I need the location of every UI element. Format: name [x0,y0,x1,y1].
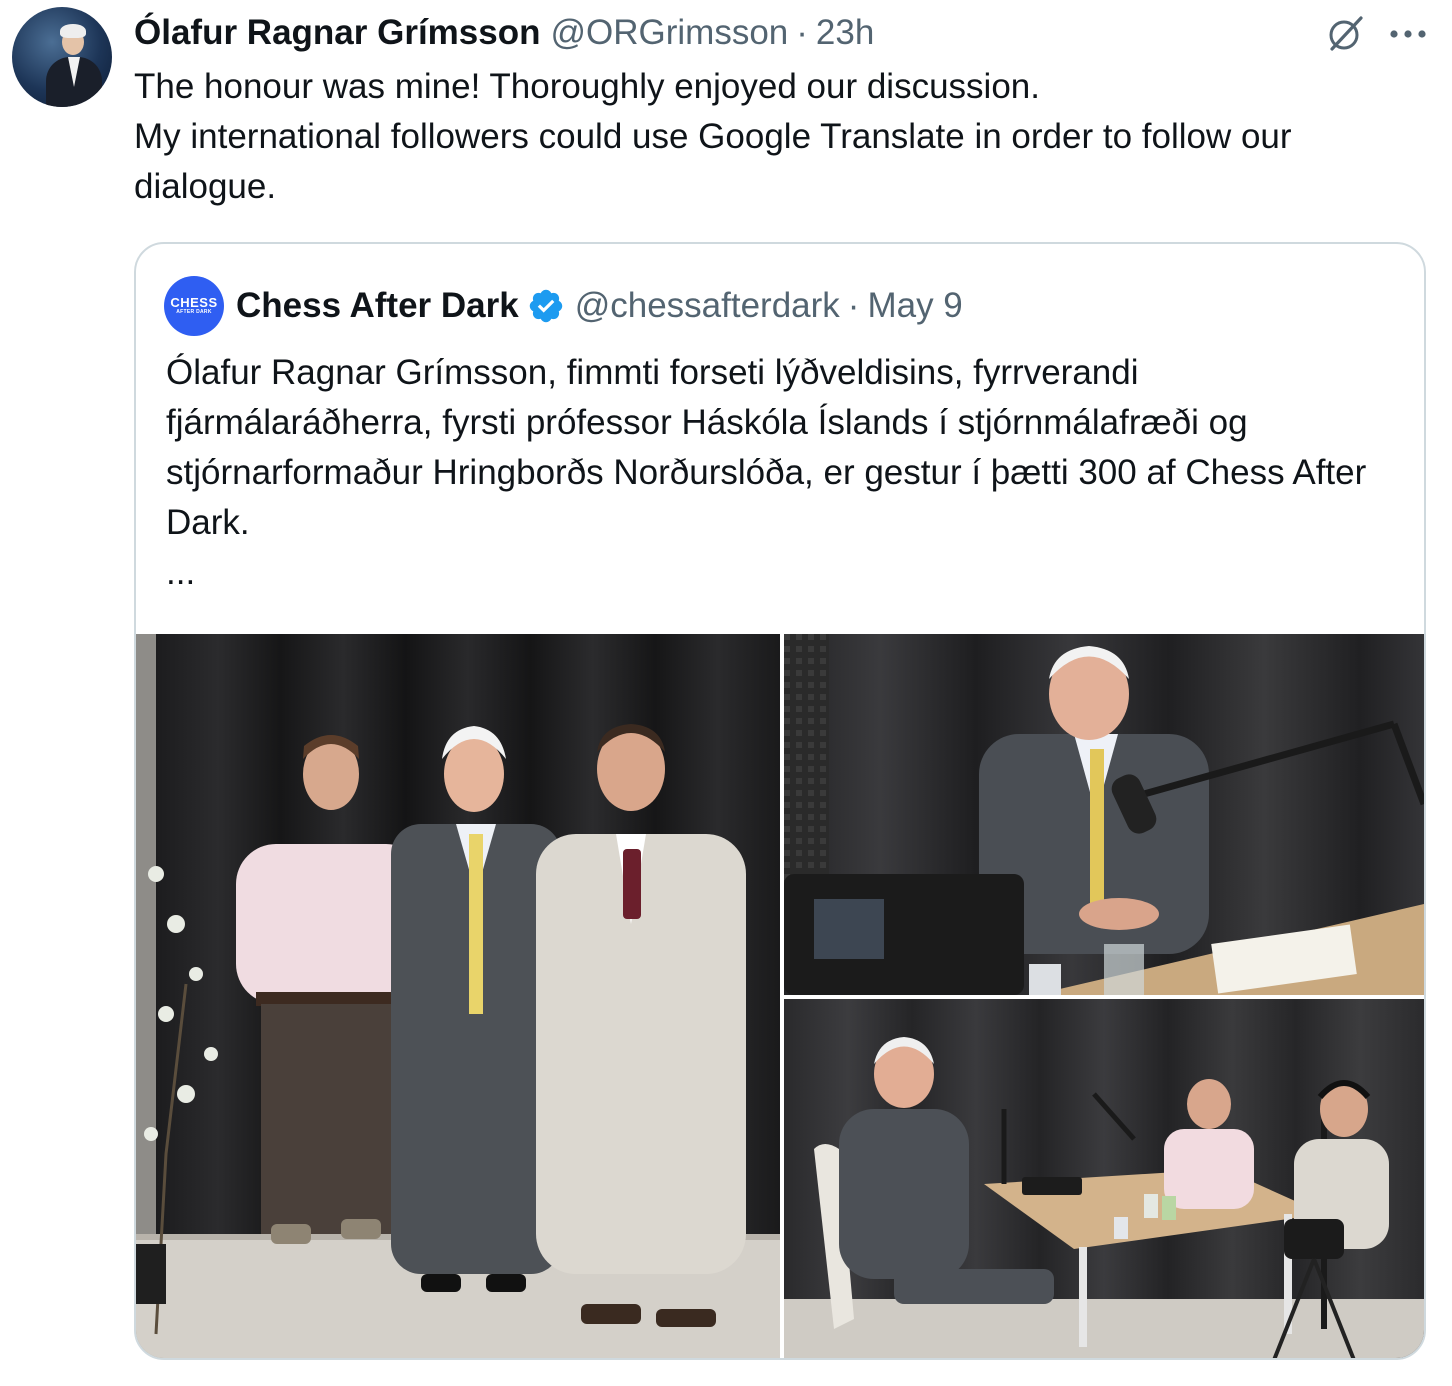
avatar-logo-text: CHESS [170,295,218,310]
quoted-author-avatar[interactable]: CHESS AFTER DARK [164,276,224,336]
photo-three-men-standing[interactable] [136,634,780,1358]
more-icon[interactable] [1386,12,1430,56]
avatar-figure-hair [60,24,86,38]
photo-guest-at-microphone[interactable] [784,634,1424,995]
quoted-author-name[interactable]: Chess After Dark [236,286,519,326]
author-handle[interactable]: @ORGrimsson [550,13,788,53]
tweet-time[interactable]: 23h [816,13,874,53]
quoted-tweet-text: Ólafur Ragnar Grímsson, fimmti forseti l… [166,348,1406,598]
photo-podcast-studio-wide[interactable] [784,999,1424,1358]
quoted-tweet-date[interactable]: May 9 [867,286,962,326]
tweet-header: Ólafur Ragnar Grímsson @ORGrimsson · 23h [134,10,874,56]
tweet-text-line: The honour was mine! Thoroughly enjoyed … [134,67,1040,106]
author-name[interactable]: Ólafur Ragnar Grímsson [134,13,540,53]
avatar-logo-subtext: AFTER DARK [176,309,212,315]
media-grid [136,634,1424,1358]
quoted-tweet-card[interactable]: CHESS AFTER DARK Chess After Dark @chess… [134,242,1426,1360]
tweet-text-line: My international followers could use Goo… [134,117,1292,206]
separator-dot: · [847,286,860,325]
show-more-ellipsis[interactable]: ... [166,548,1406,598]
tweet-text: The honour was mine! Thoroughly enjoyed … [134,62,1434,212]
quoted-tweet-header: CHESS AFTER DARK Chess After Dark @chess… [164,276,963,336]
quoted-author-handle[interactable]: @chessafterdark [575,286,840,326]
header-actions [1324,12,1430,56]
quoted-tweet-body: Ólafur Ragnar Grímsson, fimmti forseti l… [166,353,1367,542]
grok-icon[interactable] [1324,12,1368,56]
author-avatar[interactable] [12,7,112,107]
verified-badge-icon [529,289,562,323]
separator-dot: · [796,13,808,52]
